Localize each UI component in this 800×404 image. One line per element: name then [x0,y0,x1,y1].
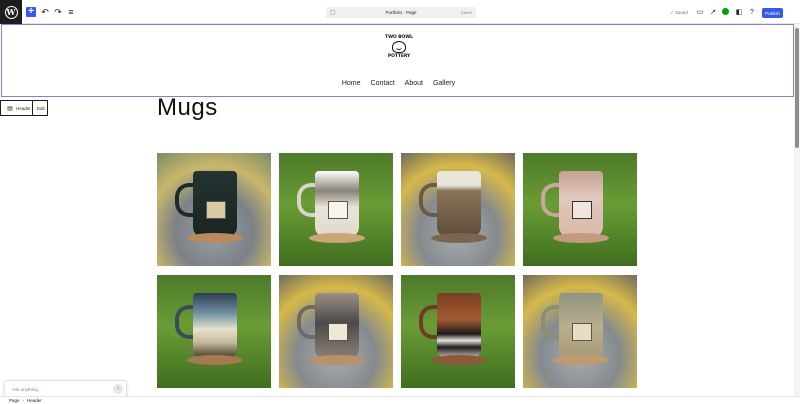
block-toolbar: ▤ Header Edit [0,100,48,116]
wordpress-icon: W [4,5,18,19]
nav-item-about[interactable]: About [405,80,423,87]
gallery-image[interactable] [401,275,515,388]
saved-status: ✓ Saved [670,10,688,15]
gallery-image[interactable] [523,153,637,266]
mug [193,293,237,359]
toolbar-divider [32,101,33,115]
publish-button[interactable]: Publish [762,8,783,18]
breadcrumb-page[interactable]: Page [9,398,20,403]
gallery-image[interactable] [157,153,271,266]
mug-base [309,233,365,243]
header-block[interactable]: TWO BOWL POTTERY Home Contact About Gall… [1,24,794,97]
mug-panel [572,201,592,219]
help-button[interactable]: ? [748,8,756,16]
ai-assistant-input[interactable]: Ask anything... ↑ [4,380,127,397]
mug-base [187,355,243,365]
document-overview-button[interactable]: ≡ [66,7,76,17]
page-title[interactable]: Mugs [157,94,218,122]
scrollbar-thumb[interactable] [795,28,799,148]
document-title: Portfolio · Page [385,10,417,15]
logo-line-top: TWO BOWL [385,35,413,40]
logo-face-icon [392,41,406,53]
mug-base [553,355,609,365]
send-arrow-icon[interactable]: ↑ [113,384,123,394]
assistant-placeholder: Ask anything... [12,387,42,392]
nav-item-gallery[interactable]: Gallery [433,80,455,87]
site-logo[interactable]: TWO BOWL POTTERY [385,35,413,67]
nav-item-contact[interactable]: Contact [371,80,395,87]
gallery-image[interactable] [523,275,637,388]
mug-base [431,233,487,243]
block-inserter-button[interactable]: + [26,7,36,17]
settings-sidebar-button[interactable]: ◧ [735,8,743,16]
block-name[interactable]: Header [16,106,31,111]
template-part-icon[interactable]: ▤ [6,104,14,112]
navigation: Home Contact About Gallery [2,80,794,87]
gallery-image[interactable] [401,153,515,266]
gallery-image[interactable] [279,153,393,266]
mug-panel [572,323,592,341]
preview-button[interactable]: ▭ [696,8,704,16]
gallery-image[interactable] [279,275,393,388]
mug-base [553,233,609,243]
view-page-button[interactable]: ↗ [709,8,717,16]
mug-panel [206,201,226,219]
editor-canvas: TWO BOWL POTTERY Home Contact About Gall… [0,24,794,396]
undo-button[interactable]: ↶ [40,7,50,17]
nav-item-home[interactable]: Home [342,80,361,87]
editor-toolbar: W + ↶ ↷ ≡ ▢ Portfolio · Page Ctrl+K ✓ Sa… [0,0,800,24]
redo-button[interactable]: ↷ [53,7,63,17]
edit-template-part-button[interactable]: Edit [37,106,45,111]
mug-base [187,233,243,243]
page-icon: ▢ [330,10,336,16]
logo-line-bottom: POTTERY [387,54,411,59]
mug [437,293,481,359]
block-editor: W + ↶ ↷ ≡ ▢ Portfolio · Page Ctrl+K ✓ Sa… [0,0,800,404]
command-shortcut: Ctrl+K [460,10,472,15]
block-breadcrumb-bar: Page › Header [0,396,800,404]
chevron-right-icon: › [22,398,25,403]
mug-base [309,355,365,365]
mug-panel [328,201,348,219]
image-gallery [157,153,637,388]
document-title-bar[interactable]: ▢ Portfolio · Page Ctrl+K [326,7,476,18]
breadcrumb-header[interactable]: Header [27,398,42,403]
gallery-image[interactable] [157,275,271,388]
mug [437,171,481,237]
wordpress-logo-button[interactable]: W [0,0,22,24]
mug-panel [328,323,348,341]
breadcrumb: Page › Header [9,398,42,403]
mug-base [431,355,487,365]
jetpack-icon[interactable] [722,8,729,15]
